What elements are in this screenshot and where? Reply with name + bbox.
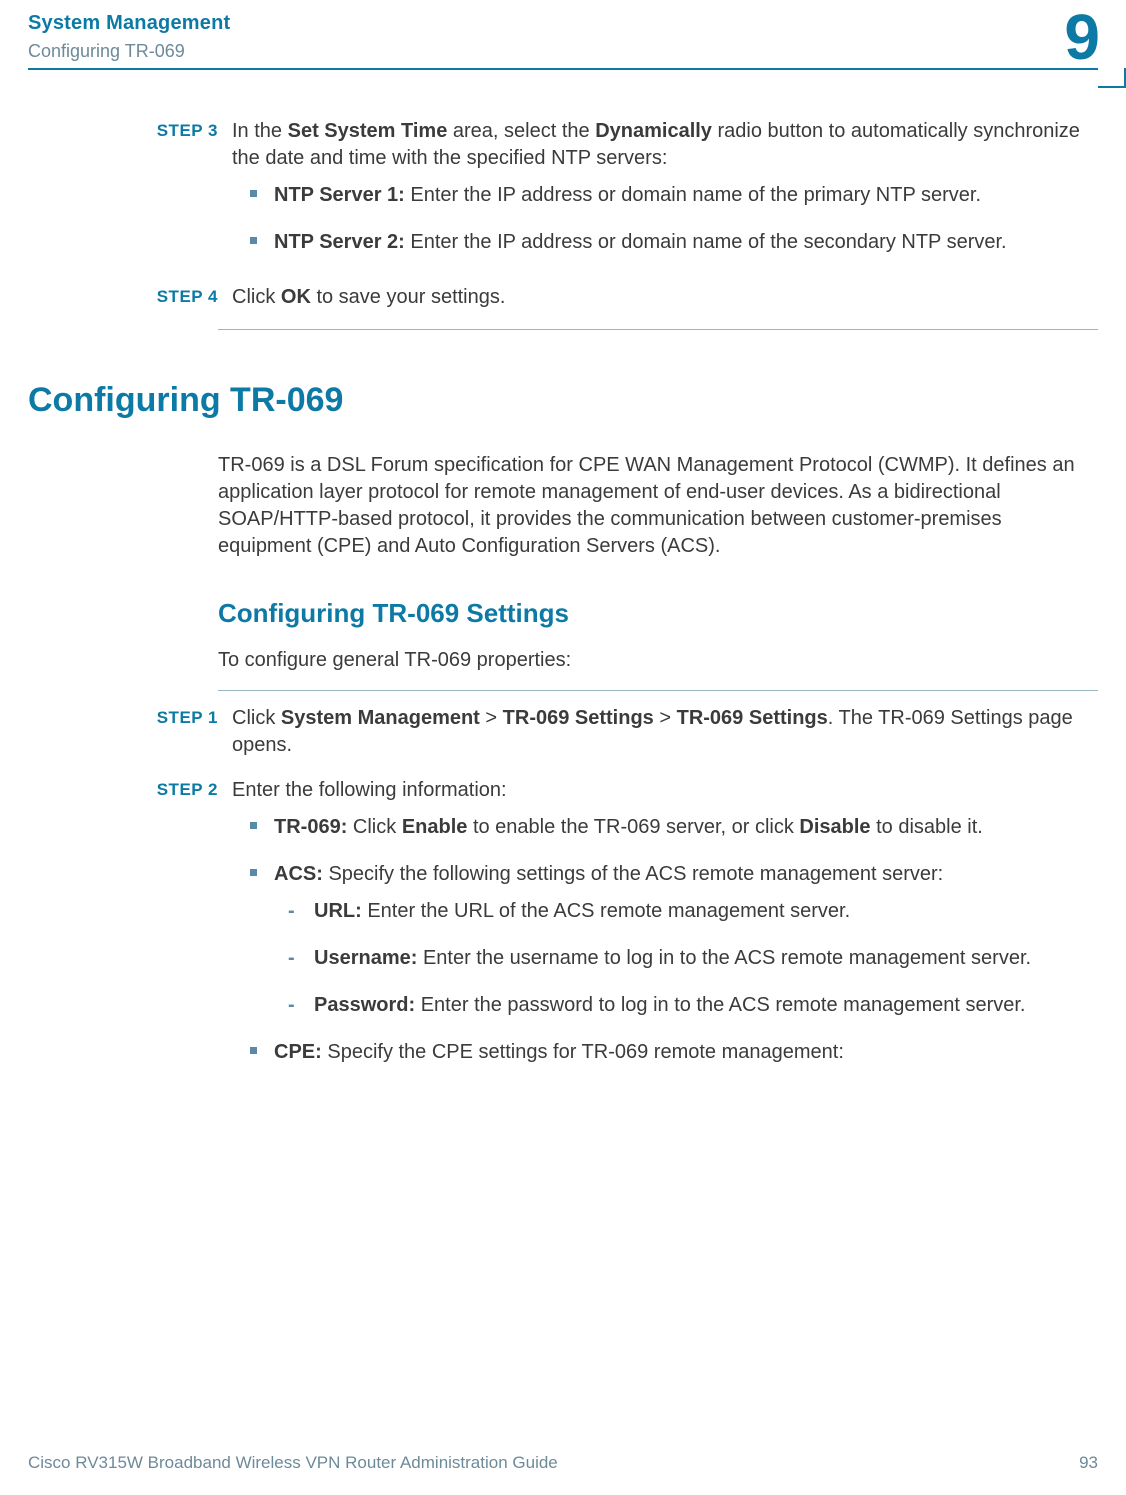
square-bullet-icon [250, 237, 257, 244]
text: > [480, 707, 503, 729]
h2-intro: To configure general TR-069 properties: [218, 647, 1098, 674]
chapter-tab-notch [1100, 0, 1126, 86]
step-2-bullets: TR-069: Click Enable to enable the TR-06… [232, 814, 1098, 1066]
step-3-bullets: NTP Server 1: Enter the IP address or do… [232, 182, 1098, 256]
header-left: System Management Configuring TR-069 [28, 10, 230, 63]
list-item: NTP Server 2: Enter the IP address or do… [232, 229, 1098, 256]
steps-top-rule [218, 690, 1098, 691]
section-intro: TR-069 is a DSL Forum specification for … [218, 452, 1098, 560]
ntp1-label: NTP Server 1: [274, 184, 405, 206]
acs-sublist: - URL: Enter the URL of the ACS remote m… [274, 898, 1098, 1019]
dash-bullet-icon: - [288, 898, 295, 925]
dash-bullet-icon: - [288, 992, 295, 1019]
password-text: Enter the password to log in to the ACS … [415, 994, 1025, 1016]
step-1-text: Click System Management > TR-069 Setting… [232, 705, 1098, 759]
step-2-intro: Enter the following information: [232, 777, 1098, 804]
footer-guide-title: Cisco RV315W Broadband Wireless VPN Rout… [28, 1452, 558, 1475]
list-item: - Password: Enter the password to log in… [274, 992, 1098, 1019]
square-bullet-icon [250, 1047, 257, 1054]
section-end-rule [218, 329, 1098, 330]
bold-sysmgmt: System Management [281, 707, 480, 729]
step-1-body: Click System Management > TR-069 Setting… [232, 705, 1098, 769]
bold-tr069-settings-2: TR-069 Settings [677, 707, 828, 729]
list-item: - URL: Enter the URL of the ACS remote m… [274, 898, 1098, 925]
square-bullet-icon [250, 822, 257, 829]
step-1-label: STEP 1 [28, 705, 232, 769]
url-label: URL: [314, 900, 362, 922]
step-4-body: Click OK to save your settings. [232, 284, 1098, 321]
list-item: CPE: Specify the CPE settings for TR-069… [232, 1039, 1098, 1066]
password-label: Password: [314, 994, 415, 1016]
step-2-label: STEP 2 [28, 777, 232, 1086]
h1-configuring-tr069: Configuring TR-069 [28, 378, 1098, 424]
bold-dynamically: Dynamically [595, 120, 712, 142]
list-item: ACS: Specify the following settings of t… [232, 861, 1098, 1019]
step-3: STEP 3 In the Set System Time area, sele… [28, 118, 1098, 276]
text: to enable the TR-069 server, or click [467, 816, 799, 838]
chapter-badge: 9 [1018, 0, 1098, 86]
text: Click [232, 286, 281, 308]
footer-page-number: 93 [1079, 1452, 1098, 1475]
page-footer: Cisco RV315W Broadband Wireless VPN Rout… [28, 1452, 1098, 1475]
header-title: System Management [28, 10, 230, 37]
step-3-label: STEP 3 [28, 118, 232, 276]
page-header: System Management Configuring TR-069 9 [0, 0, 1126, 86]
step-2-body: Enter the following information: TR-069:… [232, 777, 1098, 1086]
username-label: Username: [314, 947, 417, 969]
step-1: STEP 1 Click System Management > TR-069 … [28, 705, 1098, 769]
url-text: Enter the URL of the ACS remote manageme… [362, 900, 850, 922]
step-2: STEP 2 Enter the following information: … [28, 777, 1098, 1086]
acs-text: Specify the following settings of the AC… [323, 863, 943, 885]
step-3-text: In the Set System Time area, select the … [232, 118, 1098, 172]
content-area: STEP 3 In the Set System Time area, sele… [28, 118, 1098, 1439]
text: Click [232, 707, 281, 729]
header-rule [28, 68, 1098, 70]
text: > [654, 707, 677, 729]
cpe-text: Specify the CPE settings for TR-069 remo… [322, 1041, 844, 1063]
list-item: - Username: Enter the username to log in… [274, 945, 1098, 972]
header-subtitle: Configuring TR-069 [28, 39, 230, 63]
bold-disable: Disable [799, 816, 870, 838]
step-4-text: Click OK to save your settings. [232, 284, 1098, 311]
square-bullet-icon [250, 869, 257, 876]
step-3-body: In the Set System Time area, select the … [232, 118, 1098, 276]
section-intro-block: TR-069 is a DSL Forum specification for … [218, 452, 1098, 674]
list-item: NTP Server 1: Enter the IP address or do… [232, 182, 1098, 209]
text: to save your settings. [311, 286, 506, 308]
ntp2-text: Enter the IP address or domain name of t… [405, 231, 1007, 253]
text: Click [347, 816, 401, 838]
list-item: TR-069: Click Enable to enable the TR-06… [232, 814, 1098, 841]
header-rule-wrap [28, 68, 1098, 70]
username-text: Enter the username to log in to the ACS … [417, 947, 1031, 969]
bold-ok: OK [281, 286, 311, 308]
bold-enable: Enable [402, 816, 468, 838]
square-bullet-icon [250, 190, 257, 197]
text: area, select the [447, 120, 595, 142]
text: In the [232, 120, 288, 142]
bold-set-system-time: Set System Time [288, 120, 448, 142]
page: System Management Configuring TR-069 9 S… [0, 0, 1126, 1495]
bold-tr069-settings-1: TR-069 Settings [503, 707, 654, 729]
cpe-label: CPE: [274, 1041, 322, 1063]
h2-configuring-settings: Configuring TR-069 Settings [218, 596, 1098, 631]
step-4-label: STEP 4 [28, 284, 232, 321]
ntp2-label: NTP Server 2: [274, 231, 405, 253]
text: to disable it. [871, 816, 983, 838]
ntp1-text: Enter the IP address or domain name of t… [405, 184, 981, 206]
tr069-label: TR-069: [274, 816, 347, 838]
acs-label: ACS: [274, 863, 323, 885]
dash-bullet-icon: - [288, 945, 295, 972]
step-4: STEP 4 Click OK to save your settings. [28, 284, 1098, 321]
